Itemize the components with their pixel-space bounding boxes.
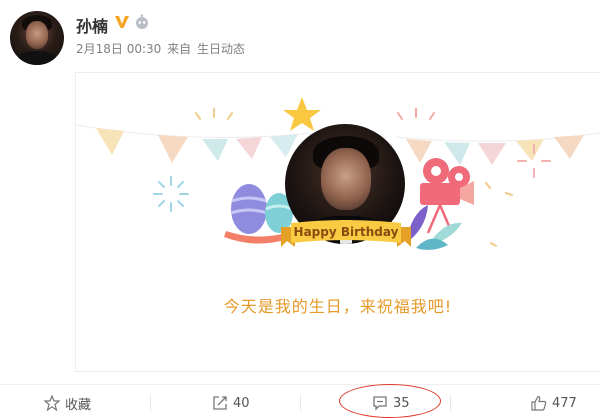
firework-icon [153,176,189,212]
source-prefix: 来自 [167,42,192,56]
firework-icon [517,144,551,178]
avatar[interactable] [10,11,64,65]
ribbon-text: Happy Birthday [293,225,399,239]
flag-icon [96,128,124,155]
divider [450,395,451,411]
comment-highlight-circle [339,384,441,418]
like-button[interactable]: 477 [531,393,577,413]
flag-icon [444,142,470,165]
flag-icon [406,139,432,163]
avatar-face [26,21,48,49]
repost-button[interactable]: 40 [212,393,250,413]
like-count: 477 [552,395,577,411]
post-source[interactable]: 生日动态 [197,42,245,56]
camera-icon [420,158,474,234]
avatar-collar [18,51,56,65]
flag-icon [516,139,544,161]
favorite-button[interactable]: 收藏 [44,393,91,413]
flag-icon [554,135,584,159]
post-date[interactable]: 2月18日 00:30 [76,42,161,56]
post-meta: 2月18日 00:30 来自 生日动态 [76,40,247,57]
birthday-avatar-face [321,148,371,210]
flag-icon [158,135,188,163]
flag-icon [236,137,262,159]
birthday-card[interactable]: Happy Birthday 今天是我的生日，来祝福我吧! [75,72,600,372]
divider [150,395,151,411]
repost-count: 40 [233,395,250,411]
robot-icon[interactable] [134,14,150,30]
star-outline-icon [44,395,60,411]
birthday-message: 今天是我的生日，来祝福我吧! [223,297,453,316]
star-icon [283,97,321,131]
username[interactable]: 孙楠 [76,13,108,37]
repost-icon [213,396,227,410]
thumbs-up-icon [531,395,547,411]
verified-icon [115,16,129,28]
favorite-label: 收藏 [65,397,92,413]
flag-icon [478,143,506,165]
flag-icon [202,139,228,161]
divider [300,395,301,411]
action-bar: 收藏 40 35 477 [0,384,600,418]
